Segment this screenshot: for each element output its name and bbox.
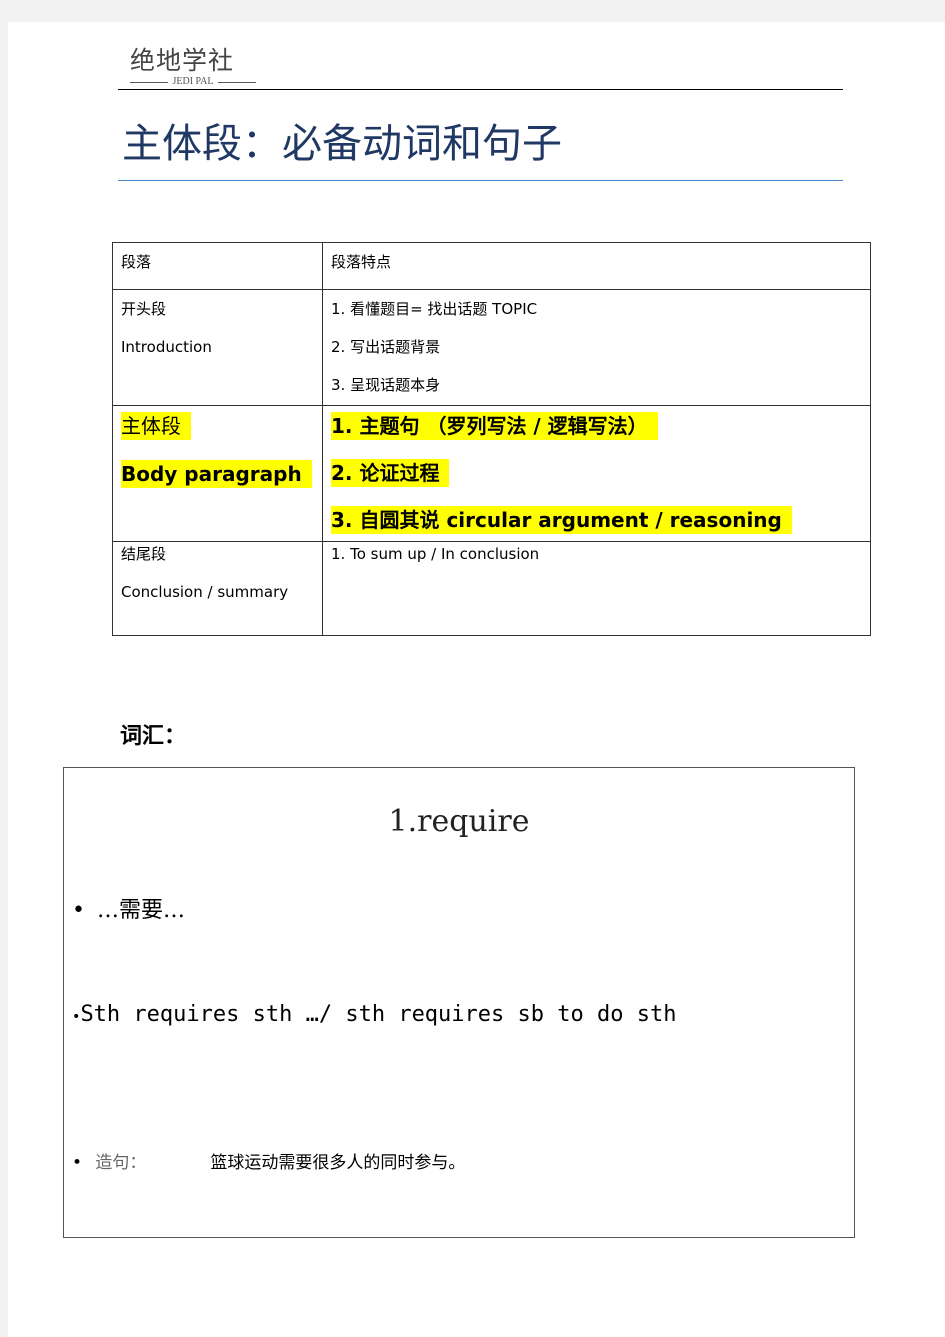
example-text: 篮球运动需要很多人的同时参与。 <box>210 1153 466 1173</box>
logo-text-cn: 绝地学社 <box>130 46 235 75</box>
meaning-item: • …需要… <box>72 892 185 924</box>
point: 2. 写出话题背景 <box>331 338 441 356</box>
point: 1. 主题句 （罗列写法 / 逻辑写法） <box>331 412 658 440</box>
row-name-en: Body paragraph <box>121 460 312 488</box>
logo: 绝地学社 JEDI PAL <box>130 46 256 88</box>
usage-item: •Sth requires sth …/ sth requires sb to … <box>72 1002 676 1027</box>
header-cell: 段落特点 <box>331 253 392 271</box>
example-item: • 造句： 篮球运动需要很多人的同时参与。 <box>72 1148 465 1173</box>
point: 1. 看懂题目= 找出话题 TOPIC <box>331 300 538 318</box>
row-name-cn: 开头段 <box>121 300 167 318</box>
point: 3. 呈现话题本身 <box>331 376 441 394</box>
row-name-en: Conclusion / summary <box>121 583 289 601</box>
word-title: 1.require <box>388 804 530 839</box>
vocab-card: 1.require • …需要… •Sth requires sth …/ st… <box>63 767 855 1238</box>
table-row: 主体段 Body paragraph 1. 主题句 （罗列写法 / 逻辑写法） … <box>112 405 871 542</box>
page-title: 主体段：必备动词和句子 <box>122 121 562 167</box>
table-row: 开头段 Introduction 1. 看懂题目= 找出话题 TOPIC 2. … <box>112 289 871 406</box>
table-header-row: 段落 段落特点 <box>112 242 871 290</box>
point: 2. 论证过程 <box>331 459 450 487</box>
point: 1. To sum up / In conclusion <box>331 545 540 563</box>
header-cell: 段落 <box>121 253 152 271</box>
header-divider <box>118 89 843 90</box>
paragraph-table: 段落 段落特点 开头段 Introduction 1. 看懂题目= 找出话题 T… <box>112 242 871 636</box>
example-label: 造句： <box>95 1153 147 1173</box>
bullet-icon: • <box>72 898 85 923</box>
bullet-icon: • <box>72 1153 83 1173</box>
title-underline <box>118 180 843 181</box>
row-name-cn: 结尾段 <box>121 545 167 563</box>
logo-text-en: JEDI PAL <box>172 76 214 87</box>
row-name-en: Introduction <box>121 338 212 356</box>
row-name-cn: 主体段 <box>121 412 191 440</box>
table-row: 结尾段 Conclusion / summary 1. To sum up / … <box>112 541 871 636</box>
usage-text: Sth requires sth …/ sth requires sb to d… <box>80 1002 677 1027</box>
vocab-label: 词汇： <box>120 724 187 749</box>
meaning-text: …需要… <box>97 898 186 923</box>
point: 3. 自圆其说 circular argument / reasoning <box>331 506 792 534</box>
